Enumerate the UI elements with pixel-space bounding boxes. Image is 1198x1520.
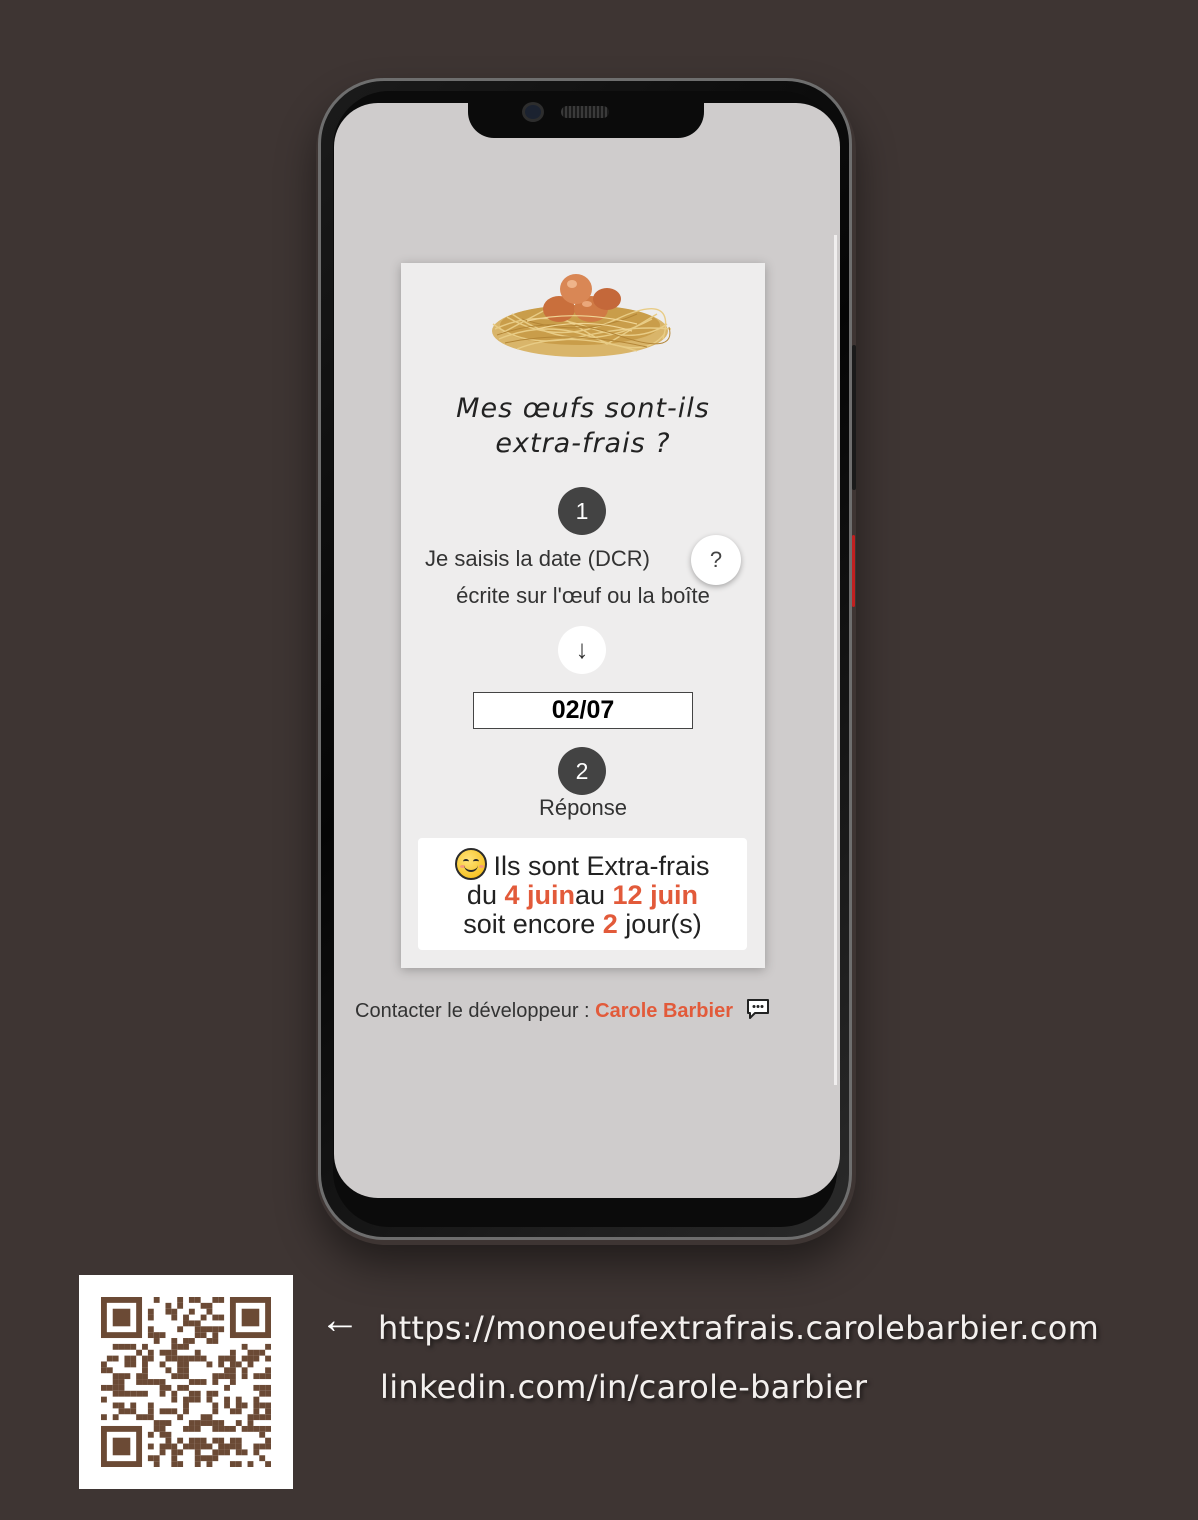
result-line-1: Ils sont Extra-frais (418, 848, 747, 881)
result-line-2: du 4 juinau 12 juin (418, 881, 747, 910)
speaker-grille (561, 106, 609, 118)
contact-label: Contacter le développeur : (355, 1000, 596, 1022)
arrow-left-icon: ← (320, 1298, 360, 1342)
result-du: du (466, 880, 505, 910)
title-line-1: Mes œufs sont-ils (456, 393, 710, 424)
qr-code-image (101, 1297, 271, 1467)
result-days-unit: jour(s) (617, 909, 702, 939)
arrow-down-icon: ↓ (558, 626, 606, 674)
smiling-face-icon (455, 848, 488, 880)
response-label: Réponse (538, 795, 628, 820)
qr-code[interactable] (79, 1275, 293, 1489)
date-input[interactable] (473, 692, 693, 729)
result-days-count: 2 (602, 909, 618, 939)
contact-name-link[interactable]: Carole Barbier (595, 1000, 733, 1022)
page-title: Mes œufs sont-ils extra-frais ? (401, 391, 765, 461)
step-1-badge: 1 (558, 487, 606, 535)
result-box: Ils sont Extra-frais du 4 juinau 12 juin… (418, 838, 747, 950)
chat-bubble-icon[interactable] (745, 997, 771, 1021)
result-end-date: 12 juin (612, 880, 699, 910)
website-link[interactable]: https://monoeufextrafrais.carolebarbier.… (378, 1309, 1099, 1347)
volume-button (852, 535, 855, 607)
result-au: au (574, 880, 613, 910)
step-2-badge: 2 (558, 747, 606, 795)
camera-icon (522, 102, 544, 122)
app-card: Mes œufs sont-ils extra-frais ? 1 Je sai… (401, 263, 765, 968)
contact-developer: Contacter le développeur : Carole Barbie… (355, 997, 771, 1023)
step-1-instruction: Je saisis la date (DCR) (425, 546, 650, 571)
result-status: Ils sont Extra-frais (493, 851, 710, 881)
linkedin-link[interactable]: linkedin.com/in/carole-barbier (380, 1368, 867, 1406)
result-soit: soit encore (463, 909, 603, 939)
title-line-2: extra-frais ? (495, 428, 671, 459)
result-line-3: soit encore 2 jour(s) (418, 910, 747, 939)
power-button (852, 345, 856, 490)
scrollbar[interactable] (834, 235, 837, 1085)
help-button[interactable]: ? (691, 535, 741, 585)
step-1-instruction-detail: écrite sur l'œuf ou la boîte (456, 583, 710, 608)
egg-nest-image (492, 274, 672, 357)
result-start-date: 4 juin (504, 880, 575, 910)
